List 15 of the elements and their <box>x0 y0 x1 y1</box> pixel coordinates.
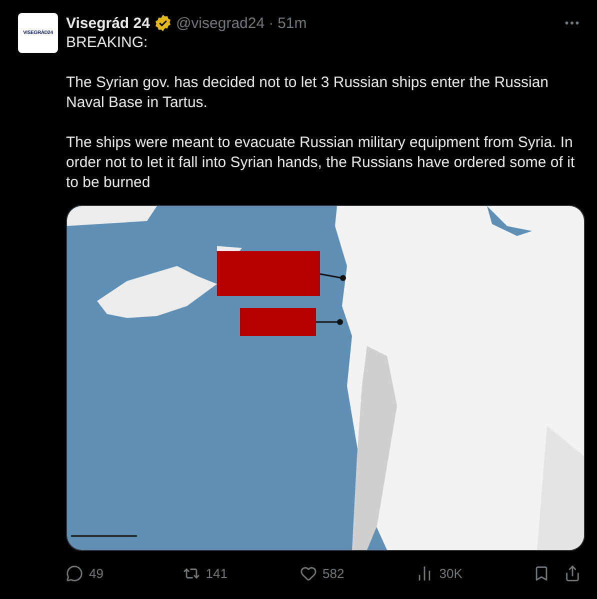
heart-icon <box>300 565 316 582</box>
separator-dot: · <box>268 14 274 32</box>
reply-button[interactable]: 49 <box>66 565 183 582</box>
author-name[interactable]: Visegrád 24 <box>66 14 150 32</box>
post-time[interactable]: 51m <box>278 14 307 32</box>
bookmark-button[interactable] <box>533 565 550 582</box>
reply-icon <box>66 565 83 582</box>
share-button[interactable] <box>564 565 581 582</box>
like-button[interactable]: 582 <box>300 565 416 582</box>
views-button[interactable]: 30K <box>416 565 533 582</box>
repost-button[interactable]: 141 <box>182 565 300 582</box>
author-handle[interactable]: @visegrad24 <box>176 14 265 32</box>
post-text: The ships were meant to evacuate Russian military equipment from Syria. In order not to let it fall into Syrian hands, the Russians have ordered some of it to be burned <box>66 133 576 193</box>
post-text: The Syrian gov. has decided not to let 3 Russian ships enter the Russian Naval Base in Tartus. <box>66 73 550 113</box>
post-text: BREAKING: <box>66 33 149 53</box>
